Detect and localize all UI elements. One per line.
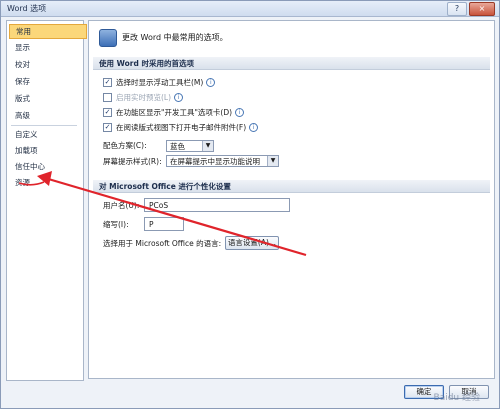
info-icon: i bbox=[235, 107, 245, 117]
sidebar-item-customize[interactable]: 自定义 bbox=[9, 127, 85, 142]
chevron-down-icon: ▼ bbox=[202, 141, 213, 151]
language-label: 选择用于 Microsoft Office 的语言: bbox=[103, 239, 222, 248]
sidebar-item-display[interactable]: 显示 bbox=[9, 40, 85, 55]
chevron-down-icon: ▼ bbox=[267, 156, 278, 166]
word-options-dialog: Word 选项 ? × 常用 显示 校对 保存 版式 高级 自定义 加载项 信任… bbox=[0, 0, 500, 409]
option-label: 在阅读版式视图下打开电子邮件附件(F) bbox=[116, 123, 247, 132]
option-label: 启用实时预览(L) bbox=[116, 93, 172, 102]
section-header-personalize: 对 Microsoft Office 进行个性化设置 bbox=[93, 180, 490, 193]
sidebar-divider bbox=[11, 125, 77, 126]
window-title: Word 选项 bbox=[7, 4, 47, 13]
help-button[interactable]: ? bbox=[447, 2, 467, 16]
option-developer-tab[interactable]: ✓ 在功能区显示"开发工具"选项卡(D) i bbox=[103, 107, 245, 119]
sidebar-item-general[interactable]: 常用 bbox=[9, 24, 87, 39]
watermark: Baidu 经验 bbox=[433, 393, 480, 403]
section-header-preferences: 使用 Word 时采用的首选项 bbox=[93, 57, 490, 70]
color-scheme-value: 蓝色 bbox=[170, 142, 185, 151]
checkbox[interactable]: ✓ bbox=[103, 122, 112, 132]
title-bar: Word 选项 ? × bbox=[1, 1, 499, 17]
sidebar-item-typography[interactable]: 版式 bbox=[9, 91, 85, 106]
sidebar-item-addins[interactable]: 加载项 bbox=[9, 143, 85, 158]
initials-input[interactable]: P bbox=[144, 217, 184, 231]
options-icon bbox=[99, 29, 117, 47]
sidebar-item-trust-center[interactable]: 信任中心 bbox=[9, 159, 85, 174]
option-live-preview[interactable]: 启用实时预览(L) i bbox=[103, 92, 184, 104]
color-scheme-label: 配色方案(C): bbox=[103, 141, 147, 150]
language-settings-button[interactable]: 语言设置(A)... bbox=[225, 236, 279, 250]
info-icon: i bbox=[174, 92, 184, 102]
checkbox[interactable]: ✓ bbox=[103, 77, 112, 87]
screentip-style-select[interactable]: 在屏幕提示中显示功能说明 ▼ bbox=[166, 155, 279, 167]
info-icon: i bbox=[206, 77, 216, 87]
sidebar-item-resources[interactable]: 资源 bbox=[9, 175, 85, 190]
option-label: 选择时显示浮动工具栏(M) bbox=[116, 78, 204, 87]
sidebar-item-advanced[interactable]: 高级 bbox=[9, 108, 85, 123]
option-floating-toolbar[interactable]: ✓ 选择时显示浮动工具栏(M) i bbox=[103, 77, 216, 89]
initials-label: 缩写(I): bbox=[103, 220, 129, 229]
username-input[interactable]: PCoS bbox=[144, 198, 290, 212]
option-label: 在功能区显示"开发工具"选项卡(D) bbox=[116, 108, 233, 117]
intro-text: 更改 Word 中最常用的选项。 bbox=[122, 33, 228, 42]
options-sidebar: 常用 显示 校对 保存 版式 高级 自定义 加载项 信任中心 资源 bbox=[6, 20, 87, 381]
sidebar-item-save[interactable]: 保存 bbox=[9, 74, 85, 89]
color-scheme-select[interactable]: 蓝色 ▼ bbox=[166, 140, 214, 152]
sidebar-item-proofing[interactable]: 校对 bbox=[9, 57, 85, 72]
checkbox[interactable] bbox=[103, 92, 112, 102]
option-email-attachments[interactable]: ✓ 在阅读版式视图下打开电子邮件附件(F) i bbox=[103, 122, 259, 134]
close-button[interactable]: × bbox=[469, 2, 495, 16]
screentip-style-label: 屏幕提示样式(R): bbox=[103, 157, 162, 166]
info-icon: i bbox=[249, 122, 259, 132]
checkbox[interactable]: ✓ bbox=[103, 107, 112, 117]
screentip-style-value: 在屏幕提示中显示功能说明 bbox=[170, 157, 260, 166]
options-content: 更改 Word 中最常用的选项。 使用 Word 时采用的首选项 ✓ 选择时显示浮… bbox=[88, 20, 495, 379]
username-label: 用户名(U): bbox=[103, 201, 140, 210]
